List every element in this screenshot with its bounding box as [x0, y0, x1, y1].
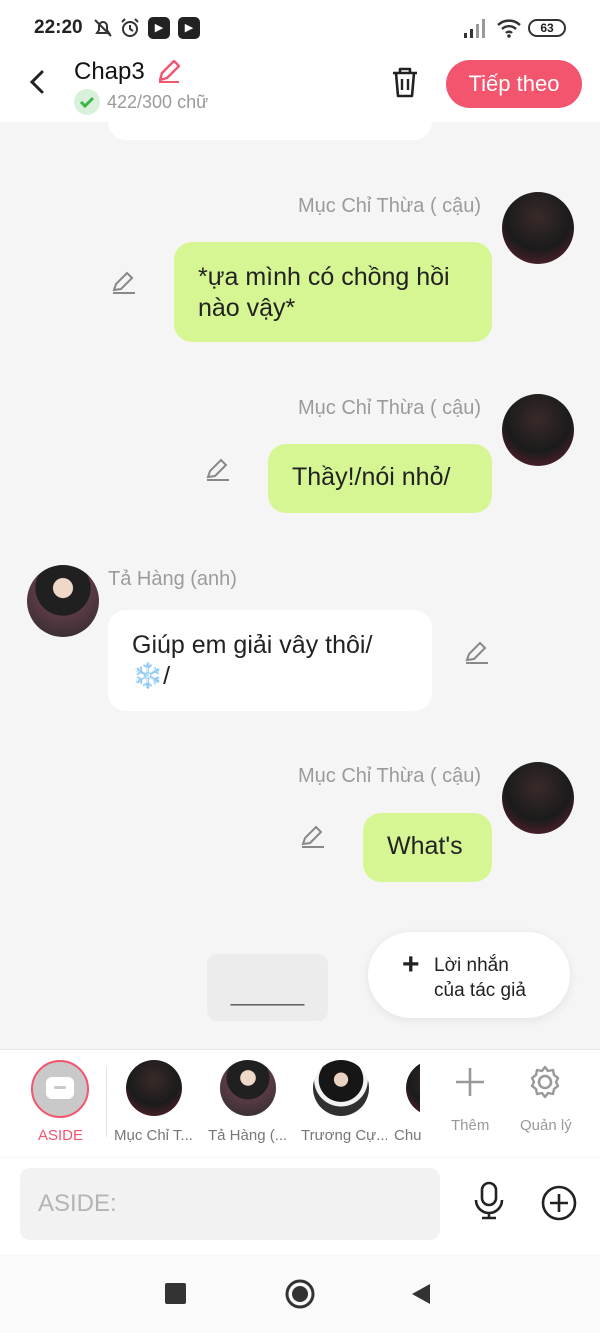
- next-button[interactable]: Tiếp theo: [446, 60, 582, 108]
- check-icon: [74, 89, 100, 115]
- avatar[interactable]: [502, 192, 574, 264]
- manage-label[interactable]: Quản lý: [520, 1117, 572, 1134]
- word-count: 422/300 chữ: [107, 92, 209, 112]
- battery-indicator: 63: [528, 19, 566, 37]
- edit-message-icon[interactable]: [463, 638, 491, 666]
- add-icon[interactable]: [454, 1066, 486, 1098]
- divider: [106, 1067, 107, 1137]
- author-note-line2: của tác giả: [434, 980, 526, 1001]
- character-name[interactable]: Chu: [394, 1127, 422, 1144]
- previous-bubble[interactable]: [108, 112, 432, 140]
- avatar[interactable]: [502, 762, 574, 834]
- author-note-label: Lời nhắn của tác giả: [434, 953, 554, 1003]
- plus-icon: +: [402, 948, 420, 981]
- message-bubble[interactable]: *ựa mình có chồng hồi nào vậy*: [174, 242, 492, 342]
- speaker-name: Mục Chỉ Thừa ( cậu): [298, 765, 482, 787]
- edit-message-icon[interactable]: [299, 822, 327, 850]
- status-time: 22:20: [34, 17, 83, 38]
- character-name[interactable]: Tả Hàng (...: [208, 1127, 294, 1144]
- aside-label: ASIDE: [38, 1127, 84, 1144]
- input-bar: [0, 1158, 600, 1254]
- back-triangle-icon[interactable]: [410, 1282, 432, 1306]
- add-character-label[interactable]: Thêm: [451, 1117, 489, 1134]
- chat-bubble-icon: [46, 1077, 74, 1099]
- speaker-name: Mục Chỉ Thừa ( cậu): [298, 397, 482, 419]
- app-notification-icon: ▶: [178, 17, 200, 39]
- edit-message-icon[interactable]: [110, 268, 138, 296]
- character-bar: [0, 1049, 600, 1157]
- character-avatar[interactable]: [220, 1060, 276, 1116]
- speaker-name: Tả Hàng (anh): [108, 568, 237, 590]
- mute-bell-icon: [94, 19, 112, 37]
- trash-icon[interactable]: [388, 64, 422, 100]
- character-avatar-clipped[interactable]: [406, 1060, 420, 1116]
- edit-message-icon[interactable]: [204, 455, 232, 483]
- message-input[interactable]: [20, 1168, 440, 1240]
- speaker-name: Mục Chỉ Thừa ( cậu): [298, 195, 482, 217]
- wifi-icon: [497, 19, 521, 38]
- microphone-icon[interactable]: [470, 1180, 508, 1220]
- message-bubble[interactable]: Thầy!/nói nhỏ/: [268, 444, 492, 513]
- avatar[interactable]: [27, 565, 99, 637]
- system-nav-bar: [0, 1254, 600, 1333]
- app-notification-icon: ▶: [148, 17, 170, 39]
- home-icon[interactable]: [284, 1278, 316, 1310]
- signal-icon: [464, 19, 485, 38]
- edit-title-icon[interactable]: [156, 58, 182, 84]
- gear-icon[interactable]: [527, 1064, 563, 1100]
- message-bubble[interactable]: What's: [363, 813, 492, 882]
- status-bar: 22:20 ▶ ▶ 63: [0, 0, 600, 56]
- character-avatar[interactable]: [313, 1060, 369, 1116]
- author-note-line1: Lời nhắn: [434, 955, 509, 976]
- back-arrow-icon[interactable]: [24, 68, 52, 96]
- add-circle-icon[interactable]: [540, 1184, 578, 1222]
- aside-placeholder-bubble[interactable]: ______: [207, 954, 328, 1021]
- avatar[interactable]: [502, 394, 574, 466]
- recents-icon[interactable]: [165, 1283, 186, 1304]
- character-name[interactable]: Mục Chỉ T...: [114, 1127, 200, 1144]
- alarm-icon: [121, 18, 139, 37]
- character-avatar[interactable]: [126, 1060, 182, 1116]
- chapter-title: Chap3: [74, 58, 145, 85]
- message-bubble[interactable]: Giúp em giải vây thôi/ ❄️/: [108, 610, 432, 711]
- character-name[interactable]: Trương Cự...: [301, 1127, 387, 1144]
